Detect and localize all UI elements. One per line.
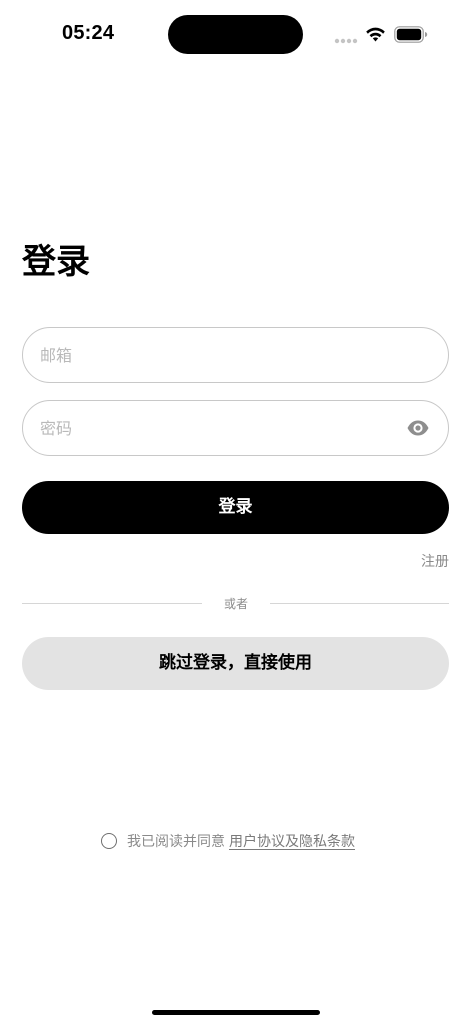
divider-line-right — [270, 603, 449, 604]
dynamic-island — [168, 15, 303, 54]
email-field[interactable] — [22, 327, 449, 383]
eye-icon[interactable] — [406, 417, 430, 439]
divider-line-left — [22, 603, 202, 604]
password-input[interactable] — [40, 401, 400, 455]
divider-text: 或者 — [223, 597, 248, 611]
agreement-text: 我已阅读并同意 — [127, 834, 225, 850]
home-indicator[interactable] — [152, 1010, 320, 1015]
agreement-checkbox[interactable] — [101, 833, 117, 849]
agreement-link[interactable]: 用户协议及隐私条款 — [229, 831, 355, 851]
email-input[interactable] — [40, 328, 400, 382]
register-link[interactable]: 注册 — [421, 551, 449, 571]
wifi-icon — [366, 27, 385, 42]
login-button[interactable]: 登录 — [22, 481, 449, 534]
page-title: 登录 — [22, 242, 90, 282]
password-field[interactable] — [22, 400, 449, 456]
skip-login-button[interactable]: 跳过登录，直接使用 — [22, 637, 449, 690]
battery-icon — [394, 26, 428, 43]
agreement-row: 我已阅读并同意 用户协议及隐私条款 — [101, 831, 355, 851]
status-time: 05:24 — [62, 22, 115, 44]
cellular-dots-icon — [334, 38, 358, 44]
